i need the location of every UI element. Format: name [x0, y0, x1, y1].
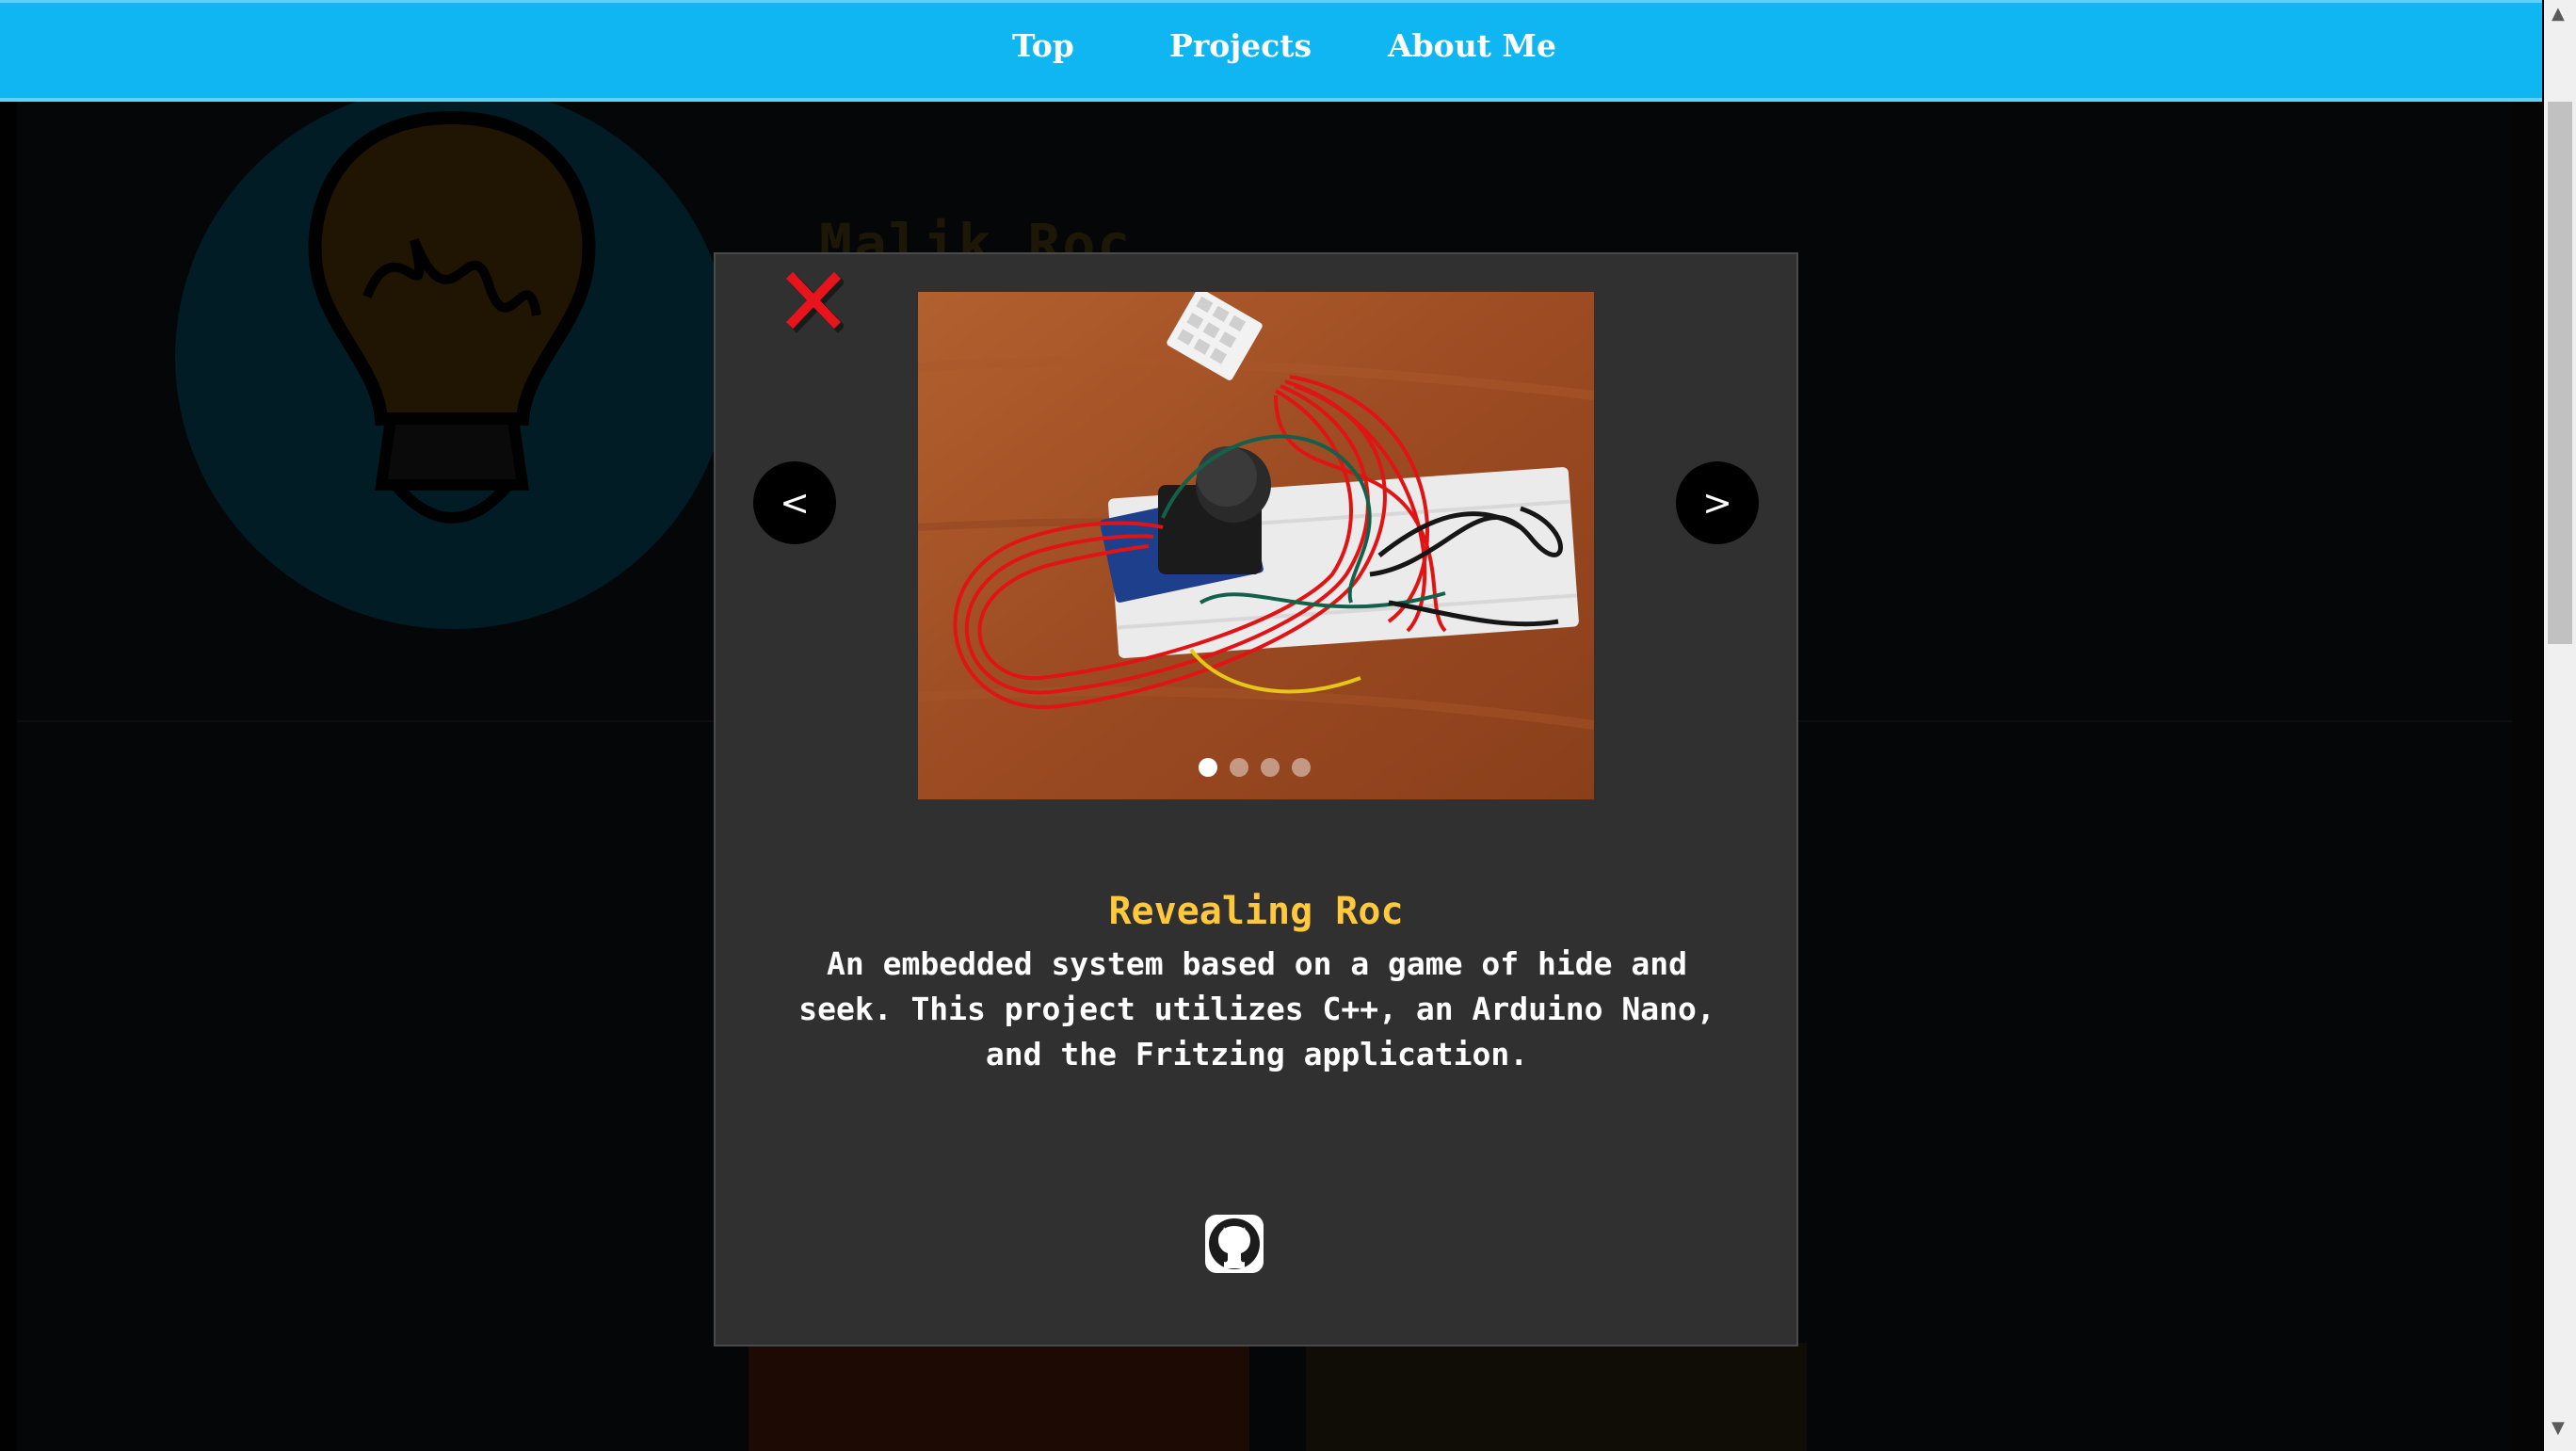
scrollbar-thumb[interactable]	[2548, 102, 2572, 644]
nav-link-about-me[interactable]: About Me	[1388, 27, 1556, 64]
scroll-up-icon[interactable]: ▲	[2552, 4, 2565, 24]
project-card-thumbnail[interactable]	[749, 1343, 1249, 1451]
lightbulb-icon	[308, 110, 596, 524]
carousel-indicators	[1199, 758, 1311, 777]
project-description: An embedded system based on a game of hi…	[798, 945, 1715, 1072]
page-left-edge	[0, 102, 17, 1451]
carousel-next-button[interactable]: >	[1676, 461, 1759, 544]
top-navbar: Top Projects About Me	[0, 0, 2542, 102]
carousel-dot[interactable]	[1230, 758, 1248, 777]
close-icon[interactable]	[783, 269, 844, 333]
project-card-thumbnail[interactable]	[1306, 1343, 1807, 1451]
nav-link-projects[interactable]: Projects	[1169, 27, 1312, 64]
carousel-dot[interactable]	[1261, 758, 1280, 777]
nav-link-top[interactable]: Top	[1012, 27, 1074, 64]
project-title: Revealing Roc	[1108, 890, 1404, 933]
scroll-down-icon[interactable]: ▼	[2552, 1418, 2565, 1438]
project-photo	[918, 292, 1594, 799]
carousel-dot[interactable]	[1292, 758, 1311, 777]
carousel-prev-button[interactable]: <	[753, 461, 836, 544]
github-icon[interactable]	[1203, 1213, 1265, 1275]
carousel-dot[interactable]	[1199, 758, 1217, 777]
